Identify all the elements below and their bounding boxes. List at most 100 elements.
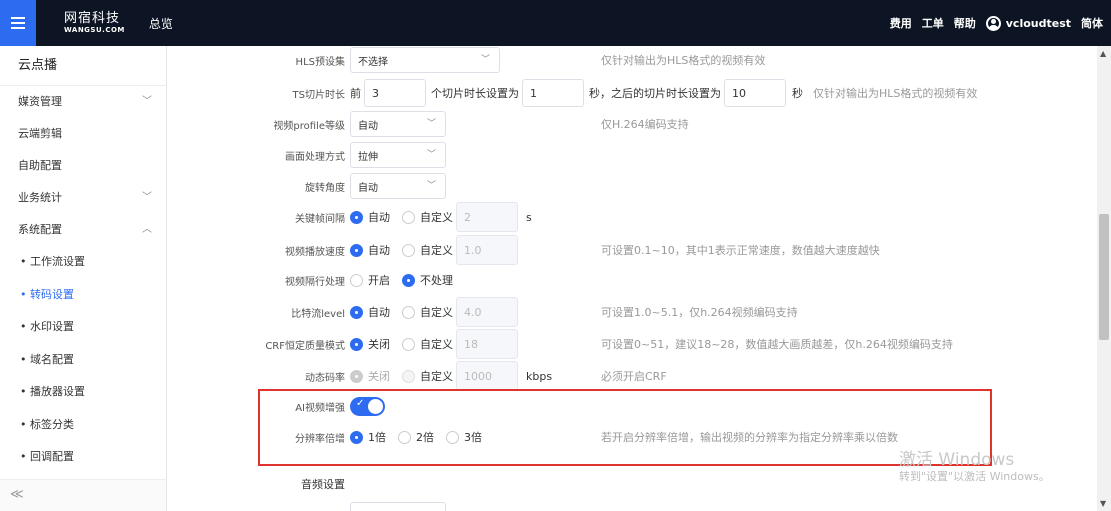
dyn-bitrate-custom-label: 自定义 bbox=[420, 370, 453, 383]
chevron-down-icon: ﹀ bbox=[426, 150, 436, 160]
level-label: 比特流level bbox=[291, 308, 345, 320]
sidebar-item-label: 业务统计 bbox=[18, 191, 62, 204]
speed-value-input[interactable]: 1.0 bbox=[456, 235, 518, 265]
profile-select[interactable]: 自动 ﹀ bbox=[350, 111, 446, 137]
sidebar-item-statistics[interactable]: 业务统计 ﹀ bbox=[0, 182, 166, 214]
sidebar-item-media[interactable]: 媒资管理 ﹀ bbox=[0, 86, 166, 118]
row-level: 比特流level 自动 自定义 4.0 可设置1.0~5.1，仅h.264视频编… bbox=[167, 297, 1097, 327]
radio-dot bbox=[350, 369, 363, 383]
audio-field-select-partial[interactable] bbox=[350, 502, 446, 511]
row-gop: 关键帧间隔 自动 自定义 2 s bbox=[167, 202, 1097, 232]
vertical-scrollbar[interactable]: ▲ ▼ bbox=[1097, 46, 1111, 511]
user-menu[interactable]: vcloudtest bbox=[985, 15, 1071, 31]
sidebar-collapse-button[interactable]: ≪ bbox=[0, 479, 166, 511]
nav-billing[interactable]: 费用 bbox=[890, 15, 912, 31]
sidebar-item-cloud-edit[interactable]: 云端剪辑 bbox=[0, 118, 166, 150]
dyn-bitrate-off-radio[interactable]: 关闭 bbox=[350, 368, 390, 384]
sidebar-item-system-config[interactable]: 系统配置 ︿ bbox=[0, 214, 166, 246]
brand-logo[interactable]: 网宿科技 WANGSU.COM bbox=[64, 12, 125, 34]
crf-value-input[interactable]: 18 bbox=[456, 329, 518, 359]
image-mode-value: 拉伸 bbox=[358, 151, 378, 163]
level-custom-radio[interactable]: 自定义 bbox=[402, 304, 453, 320]
sidebar-subitem-label: 水印设置 bbox=[30, 320, 74, 333]
row-dynamic-bitrate: 动态码率 关闭 自定义 1000 kbps 必须开启CRF bbox=[167, 361, 1097, 391]
level-custom-label: 自定义 bbox=[420, 306, 453, 319]
row-image-mode: 画面处理方式 拉伸 ﹀ bbox=[167, 142, 1097, 168]
chevron-down-icon: ﹀ bbox=[142, 192, 152, 203]
crf-hint: 可设置0~51，建议18~28，数值越大画质越差，仅h.264视频编码支持 bbox=[601, 338, 953, 351]
row-interlace: 视频隔行处理 开启 不处理 bbox=[167, 267, 1097, 293]
sidebar-subitem-label: 域名配置 bbox=[30, 352, 74, 366]
sidebar-subitem-callback[interactable]: • 回调配置 bbox=[0, 441, 166, 474]
rotate-value: 自动 bbox=[358, 182, 378, 194]
scrollbar-thumb[interactable] bbox=[1099, 214, 1109, 340]
level-auto-radio[interactable]: 自动 bbox=[350, 304, 390, 320]
profile-value: 自动 bbox=[358, 120, 378, 132]
ts-first-len-input[interactable]: 1 bbox=[522, 79, 584, 107]
sidebar-subitem-watermark[interactable]: • 水印设置 bbox=[0, 311, 166, 344]
row-crf: CRF恒定质量模式 关闭 自定义 18 可设置0~51，建议18~28，数值越大… bbox=[167, 329, 1097, 359]
speed-custom-label: 自定义 bbox=[420, 244, 453, 257]
sidebar-subitem-transcode[interactable]: • 转码设置 bbox=[0, 279, 166, 312]
ts-first-count-input[interactable]: 3 bbox=[364, 79, 426, 107]
speed-auto-label: 自动 bbox=[368, 244, 390, 257]
sidebar-item-label: 媒资管理 bbox=[18, 95, 62, 108]
dyn-bitrate-value-input[interactable]: 1000 bbox=[456, 361, 518, 391]
row-speed: 视频播放速度 自动 自定义 1.0 可设置0.1~10，其中1表示正常速度，数值… bbox=[167, 235, 1097, 265]
hls-preset-hint: 仅针对输出为HLS格式的视频有效 bbox=[601, 54, 766, 67]
dyn-bitrate-custom-radio[interactable]: 自定义 bbox=[402, 368, 453, 384]
hamburger-menu-icon[interactable] bbox=[0, 0, 36, 46]
sidebar-item-label: 云端剪辑 bbox=[18, 127, 62, 140]
profile-hint: 仅H.264编码支持 bbox=[601, 118, 689, 131]
row-profile: 视频profile等级 自动 ﹀ 仅H.264编码支持 bbox=[167, 111, 1097, 137]
rotate-select[interactable]: 自动 ﹀ bbox=[350, 173, 446, 199]
sidebar-title: 云点播 bbox=[0, 46, 166, 86]
gop-value-input[interactable]: 2 bbox=[456, 202, 518, 232]
radio-dot bbox=[402, 273, 415, 287]
sidebar-subitem-tags[interactable]: • 标签分类 bbox=[0, 409, 166, 442]
hls-preset-select[interactable]: 不选择 ﹀ bbox=[350, 47, 500, 73]
gop-auto-label: 自动 bbox=[368, 211, 390, 224]
radio-dot bbox=[402, 210, 415, 224]
row-audio-partial bbox=[167, 502, 1097, 511]
ts-after-len-input[interactable]: 10 bbox=[724, 79, 786, 107]
sidebar-subitem-label: 标签分类 bbox=[30, 417, 74, 431]
gop-custom-radio[interactable]: 自定义 bbox=[402, 209, 453, 225]
crf-custom-radio[interactable]: 自定义 bbox=[402, 336, 453, 352]
nav-help[interactable]: 帮助 bbox=[954, 15, 976, 31]
scroll-up-arrow-icon[interactable]: ▲ bbox=[1100, 49, 1106, 58]
row-ts-slice: TS切片时长 前 3 个切片时长设置为 1 秒，之后的切片时长设置为 10 秒 … bbox=[167, 79, 1097, 107]
logo-en: WANGSU.COM bbox=[64, 26, 125, 34]
scroll-down-arrow-icon[interactable]: ▼ bbox=[1100, 499, 1106, 508]
language-switch[interactable]: 简体 bbox=[1081, 15, 1103, 31]
sidebar-subitem-label: 回调配置 bbox=[30, 450, 74, 463]
gop-auto-radio[interactable]: 自动 bbox=[350, 209, 390, 225]
level-value-input[interactable]: 4.0 bbox=[456, 297, 518, 327]
dyn-bitrate-unit: kbps bbox=[526, 369, 553, 383]
speed-custom-radio[interactable]: 自定义 bbox=[402, 242, 453, 258]
sidebar-item-label: 系统配置 bbox=[18, 223, 62, 236]
image-mode-select[interactable]: 拉伸 ﹀ bbox=[350, 142, 446, 168]
radio-dot bbox=[402, 305, 415, 319]
crf-off-radio[interactable]: 关闭 bbox=[350, 336, 390, 352]
sidebar-item-self-config[interactable]: 自助配置 bbox=[0, 150, 166, 182]
activation-watermark-title: 激活 Windows bbox=[899, 450, 1015, 470]
radio-dot bbox=[350, 273, 363, 287]
sidebar-subitem-workflow[interactable]: • 工作流设置 bbox=[0, 246, 166, 279]
ts-unit-text: 秒 bbox=[792, 87, 803, 100]
nav-overview[interactable]: 总览 bbox=[149, 15, 173, 32]
speed-auto-radio[interactable]: 自动 bbox=[350, 242, 390, 258]
sidebar-subitem-player[interactable]: • 播放器设置 bbox=[0, 376, 166, 409]
crf-label: CRF恒定质量模式 bbox=[265, 340, 345, 352]
interlace-on-radio[interactable]: 开启 bbox=[350, 272, 390, 288]
nav-ticket[interactable]: 工单 bbox=[922, 15, 944, 31]
dyn-bitrate-off-label: 关闭 bbox=[368, 370, 390, 383]
highlight-box bbox=[258, 389, 992, 466]
chevron-down-icon: ﹀ bbox=[142, 96, 152, 107]
ts-mid-text: 个切片时长设置为 bbox=[431, 87, 519, 100]
sidebar-subitem-domain[interactable]: • 域名配置 bbox=[0, 344, 166, 377]
interlace-off-radio[interactable]: 不处理 bbox=[402, 272, 453, 288]
chevron-down-icon: ﹀ bbox=[480, 55, 490, 65]
gop-label: 关键帧间隔 bbox=[295, 213, 345, 225]
rotate-label: 旋转角度 bbox=[305, 182, 345, 194]
